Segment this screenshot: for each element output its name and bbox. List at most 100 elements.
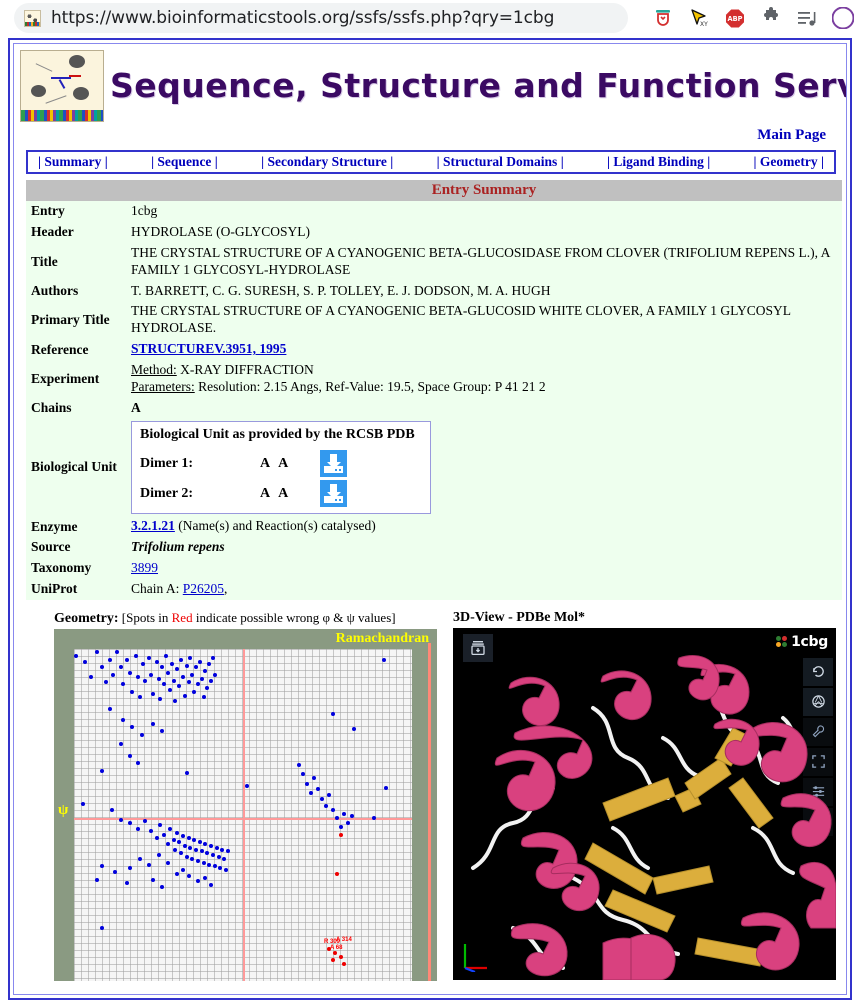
adblock-plus-icon[interactable]: ABP [724,7,746,29]
rama-point-allowed [100,926,105,931]
value-experiment-cell: Method: X-RAY DIFFRACTION Parameters: Re… [126,360,842,398]
rama-point-allowed [312,776,317,781]
rama-point-allowed [103,680,108,685]
rama-point-allowed [209,678,214,683]
rama-point-allowed [323,804,328,809]
rama-point-allowed [128,753,133,758]
geometry-title-note-close: indicate possible wrong φ & ψ values] [192,609,396,625]
rama-point-allowed [88,674,93,679]
value-enzyme-cell: 3.2.1.21 (Name(s) and Reaction(s) cataly… [126,516,842,537]
download-icon[interactable] [320,450,347,478]
rama-point-allowed [154,836,159,841]
nav-item-summary[interactable]: | Summary | [38,154,108,170]
rama-point-allowed [342,811,347,816]
rama-point-allowed [162,682,167,687]
rama-point-allowed [150,691,155,696]
label-enzyme: Enzyme [31,518,78,534]
rama-point-allowed [175,830,180,835]
norton-safe-web-icon[interactable] [652,7,674,29]
rama-point-allowed [180,674,185,679]
label-reference: Reference [31,341,89,357]
rama-point-allowed [203,669,208,674]
rama-point-allowed [304,781,309,786]
rama-point-allowed [113,870,118,875]
rama-point-allowed [210,656,215,660]
rama-point-allowed [180,834,185,839]
rama-point-allowed [209,883,214,888]
ramachandran-plot[interactable]: Ramachandran ψ R 309 A 314 A 68 [54,628,437,981]
biological-unit-box: Biological Unit as provided by the RCSB … [131,420,431,515]
rama-point-allowed [173,699,178,704]
rama-point-allowed [135,761,140,766]
rama-point-allowed [297,763,302,768]
rama-point-allowed [148,672,153,677]
label-header: Header [31,224,74,240]
rama-point-allowed [147,656,152,660]
cursor-xy-icon[interactable]: XY [688,7,710,29]
value-primary-title: THE CRYSTAL STRUCTURE OF A CYANOGENIC BE… [131,303,791,336]
enzyme-suffix: (Name(s) and Reaction(s) catalysed) [174,518,376,534]
rama-point-allowed [346,821,351,826]
rama-point-allowed [100,768,105,773]
table-header-blank [26,180,126,201]
site-title: Sequence, Structure and Function Server [110,66,847,105]
rama-point-allowed [162,832,167,837]
playlist-music-icon[interactable] [796,7,818,29]
value-biological-unit-cell: Biological Unit as provided by the RCSB … [126,419,842,517]
mol-star-viewer[interactable]: 1cbg [453,627,836,980]
label-uniprot: UniProt [31,581,78,597]
geometry-title-note-red: Red [171,609,193,625]
geometry-title-note-open: [Spots in [118,609,172,625]
phi-axis-line [243,648,245,981]
geometry-panel-title: Geometry: [Spots in Red indicate possibl… [54,610,439,629]
rama-point-allowed [160,665,165,670]
rama-point-allowed [195,879,200,884]
nav-item-structural-domains[interactable]: | Structural Domains | [437,154,564,170]
nav-item-secondary-structure[interactable]: | Secondary Structure | [261,154,393,170]
value-taxonomy-cell: 3899 [126,558,842,579]
table-row-uniprot: UniProt Chain A: P26205, [26,578,842,600]
nav-item-sequence[interactable]: | Sequence | [151,154,218,170]
rama-point-allowed [201,860,206,865]
rama-point-allowed [175,667,180,672]
rama-point-allowed [182,843,187,848]
reference-link[interactable]: STRUCTUREV.3951, 1995 [131,341,286,356]
rama-point-allowed [118,742,123,747]
rama-point-allowed [124,657,129,662]
nav-item-geometry[interactable]: | Geometry | [754,154,824,170]
dimer-1-label: Dimer 1: [140,455,193,471]
download-icon[interactable] [320,480,347,508]
bottom-panels: Geometry: [Spots in Red indicate possibl… [54,610,836,981]
rama-point-allowed [115,650,120,655]
plot-right-edge [428,642,431,981]
main-page-link[interactable]: Main Page [757,127,826,143]
rama-point-allowed [128,821,133,826]
extensions-puzzle-icon[interactable] [760,7,782,29]
rama-point-allowed [154,659,159,664]
rama-point-allowed [203,875,208,880]
rama-point-allowed [135,826,140,831]
rama-point-allowed [194,665,199,670]
taxonomy-link[interactable]: 3899 [131,560,158,575]
rama-point-allowed [224,868,229,873]
svg-text:XY: XY [700,21,708,28]
rama-point-allowed [195,858,200,863]
url-text: https://www.bioinformaticstools.org/ssfs… [51,8,555,28]
rama-point-allowed [143,678,148,683]
table-row-authors: Authors T. BARRETT, C. G. SURESH, S. P. … [26,280,842,302]
rama-point-allowed [383,785,388,790]
rama-point-allowed [156,853,161,858]
value-authors: T. BARRETT, C. G. SURESH, S. P. TOLLEY, … [131,282,551,298]
uniprot-link[interactable]: P26205 [183,581,224,596]
enzyme-ec-link[interactable]: 3.2.1.21 [131,518,175,533]
value-entry: 1cbg [131,203,158,218]
address-bar[interactable]: https://www.bioinformaticstools.org/ssfs… [14,3,628,33]
nav-item-ligand-binding[interactable]: | Ligand Binding | [607,154,710,170]
rama-point-allowed [107,706,112,711]
table-row-reference: Reference STRUCTUREV.3951, 1995 [26,339,842,360]
profile-avatar-icon[interactable] [831,6,855,30]
table-header-row: Entry Summary [26,180,842,201]
biological-unit-heading: Biological Unit as provided by the RCSB … [140,426,415,442]
rama-point-allowed [349,813,354,818]
label-experiment: Experiment [31,370,100,386]
